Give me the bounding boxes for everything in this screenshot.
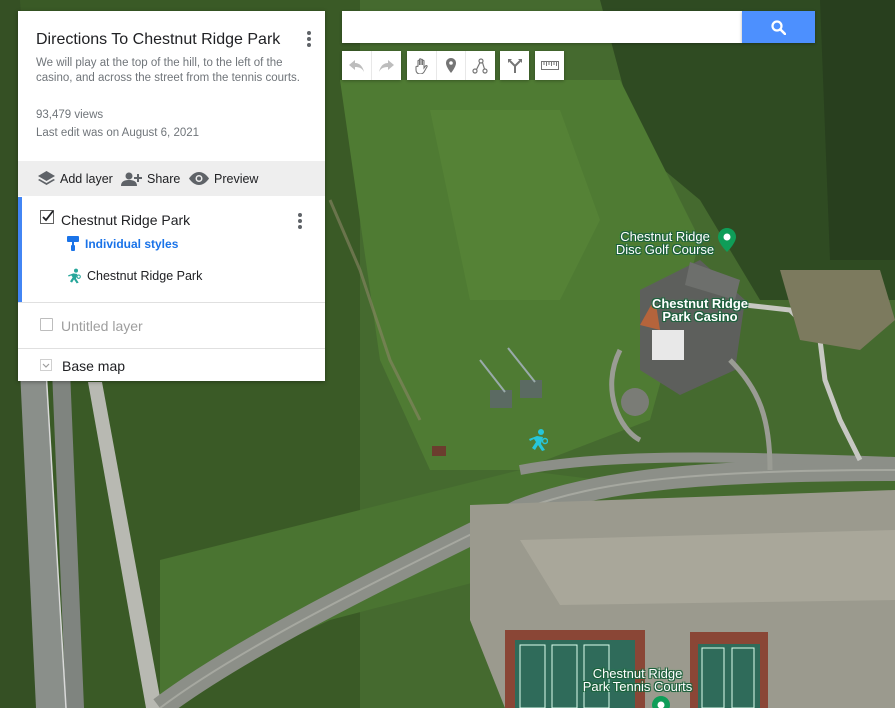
view-count: 93,479 views bbox=[36, 109, 104, 121]
undo-redo-group bbox=[342, 51, 401, 80]
map-legend-panel: Directions To Chestnut Ridge Park We wil… bbox=[18, 11, 325, 381]
add-marker-button[interactable] bbox=[436, 51, 465, 80]
eye-icon bbox=[189, 172, 209, 185]
directions-group bbox=[500, 51, 529, 80]
casino-label: Chestnut Ridge Park Casino bbox=[651, 296, 749, 324]
tennis-courts-label: Chestnut Ridge Park Tennis Courts bbox=[582, 666, 693, 694]
share-label: Share bbox=[147, 171, 181, 186]
base-map-label: Base map bbox=[62, 358, 126, 374]
chevron-down-icon[interactable] bbox=[40, 359, 52, 371]
ruler-icon bbox=[540, 61, 559, 70]
base-map-section[interactable]: Base map bbox=[18, 349, 325, 381]
search-icon bbox=[771, 19, 786, 35]
layer-checkbox-checked[interactable] bbox=[40, 210, 54, 224]
drawing-tools-group bbox=[407, 51, 495, 80]
draw-line-button[interactable] bbox=[465, 51, 494, 80]
checkmark-icon bbox=[40, 210, 54, 224]
disc-golf-player-icon bbox=[68, 268, 81, 284]
undo-icon bbox=[348, 59, 364, 72]
redo-icon bbox=[379, 59, 394, 72]
layer-name[interactable]: Chestnut Ridge Park bbox=[61, 212, 190, 228]
pan-tool-button[interactable] bbox=[407, 51, 436, 80]
directions-icon bbox=[507, 59, 522, 73]
map-options-menu-icon[interactable] bbox=[303, 29, 315, 49]
add-marker-icon bbox=[446, 58, 456, 73]
individual-styles-link[interactable]: Individual styles bbox=[67, 236, 178, 251]
search-button[interactable] bbox=[742, 11, 815, 43]
map-description[interactable]: We will play at the top of the hill, to … bbox=[36, 56, 311, 86]
layer-checkbox-unchecked[interactable] bbox=[40, 318, 53, 331]
individual-styles-label: Individual styles bbox=[85, 236, 179, 251]
panel-action-bar: Add layer Share Preview bbox=[18, 161, 325, 196]
disc-golf-player-marker-icon[interactable] bbox=[528, 428, 549, 454]
hand-icon bbox=[415, 57, 428, 74]
layer-name-untitled[interactable]: Untitled layer bbox=[61, 318, 143, 334]
disc-golf-label: Chestnut Ridge Disc Golf Course bbox=[615, 229, 715, 257]
add-layer-button[interactable]: Add layer bbox=[38, 161, 113, 196]
tennis-marker-icon[interactable] bbox=[652, 696, 670, 708]
share-button[interactable]: Share bbox=[121, 161, 180, 196]
preview-label: Preview bbox=[214, 171, 259, 186]
add-directions-button[interactable] bbox=[500, 51, 529, 80]
add-layer-label: Add layer bbox=[60, 171, 113, 186]
redo-button[interactable] bbox=[371, 51, 400, 80]
undo-button[interactable] bbox=[342, 51, 371, 80]
add-person-icon bbox=[121, 172, 142, 186]
search-input[interactable] bbox=[342, 11, 742, 43]
map-title[interactable]: Directions To Chestnut Ridge Park bbox=[36, 31, 280, 49]
last-edit-text: Last edit was on August 6, 2021 bbox=[36, 127, 200, 139]
layers-icon bbox=[38, 171, 55, 185]
feature-item[interactable]: Chestnut Ridge Park bbox=[67, 268, 202, 284]
preview-button[interactable]: Preview bbox=[189, 161, 258, 196]
measure-group bbox=[535, 51, 564, 80]
measure-distance-button[interactable] bbox=[535, 51, 564, 80]
draw-line-icon bbox=[472, 57, 488, 74]
paint-roller-icon bbox=[67, 236, 79, 251]
feature-label: Chestnut Ridge Park bbox=[87, 269, 203, 283]
layer-options-menu-icon[interactable] bbox=[295, 211, 305, 231]
layer-untitled: Untitled layer bbox=[18, 303, 325, 348]
layer-chestnut-ridge-park: Chestnut Ridge Park Individual styles Ch… bbox=[18, 197, 325, 303]
